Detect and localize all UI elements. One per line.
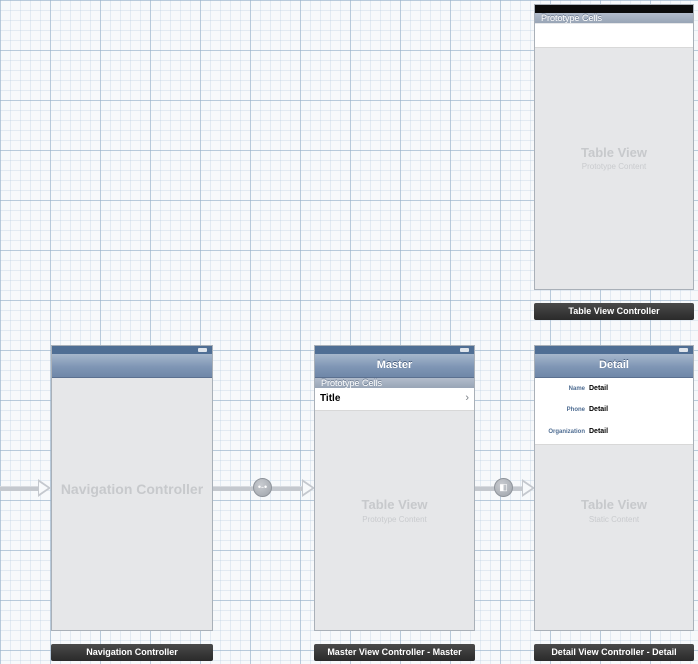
- detail-navigation-bar[interactable]: Detail: [535, 354, 693, 378]
- push-segue-arrow-head-inner: [523, 482, 532, 494]
- detail-static-cells: Name Detail Phone Detail Organization De…: [535, 378, 693, 445]
- table-view-controller-caption[interactable]: Table View Controller: [534, 303, 694, 320]
- detail-row-value: Detail: [589, 385, 609, 392]
- navigation-controller-label: Navigation Controller: [60, 481, 204, 497]
- relationship-segue-arrow-head-inner: [303, 482, 312, 494]
- push-segue-icon[interactable]: ◧: [494, 478, 513, 497]
- status-bar: [535, 5, 693, 13]
- status-bar: [535, 346, 693, 354]
- table-view-label: Table View: [581, 497, 647, 512]
- prototype-cell[interactable]: [535, 24, 693, 48]
- detail-row-name[interactable]: Name Detail: [535, 384, 693, 396]
- status-bar: [315, 346, 474, 354]
- master-view-controller-scene[interactable]: Master Prototype Cells Title › Table Vie…: [314, 345, 475, 631]
- section-header: Prototype Cells: [315, 378, 474, 388]
- table-view-label: Table View: [361, 497, 428, 512]
- detail-view-controller-scene[interactable]: Detail Name Detail Phone Detail Organiza…: [534, 345, 694, 631]
- entry-arrow-head-inner: [39, 482, 48, 494]
- detail-row-phone[interactable]: Phone Detail: [535, 405, 693, 417]
- cell-title: Title: [320, 393, 341, 404]
- detail-row-key: Organization: [548, 429, 585, 435]
- detail-row-key: Name: [568, 386, 585, 392]
- table-view-controller-scene[interactable]: Prototype Cells Table View Prototype Con…: [534, 4, 694, 290]
- navigation-controller-caption[interactable]: Navigation Controller: [51, 644, 213, 661]
- title-cell[interactable]: Title ›: [315, 388, 474, 411]
- status-bar: [52, 346, 212, 354]
- section-header: Prototype Cells: [535, 13, 693, 23]
- content-label: Static Content: [588, 515, 640, 524]
- battery-icon: [198, 348, 207, 352]
- detail-row-organization[interactable]: Organization Detail: [535, 427, 693, 439]
- navigation-bar: [52, 354, 212, 378]
- battery-icon: [460, 348, 469, 352]
- navigation-controller-scene[interactable]: Navigation Controller: [51, 345, 213, 631]
- detail-view-controller-caption[interactable]: Detail View Controller - Detail: [534, 644, 694, 661]
- relationship-segue-icon[interactable]: •-•: [253, 478, 272, 497]
- table-view-label: Table View: [581, 145, 647, 160]
- detail-row-value: Detail: [589, 428, 609, 435]
- detail-row-value: Detail: [589, 406, 609, 413]
- entry-arrow-line: [0, 486, 40, 491]
- chevron-right-icon: ›: [465, 392, 469, 404]
- detail-row-key: Phone: [566, 407, 585, 413]
- content-label: Prototype Content: [581, 162, 647, 171]
- battery-icon: [679, 348, 688, 352]
- content-label: Prototype Content: [362, 515, 427, 524]
- master-view-controller-caption[interactable]: Master View Controller - Master: [314, 644, 475, 661]
- master-navigation-bar[interactable]: Master: [315, 354, 474, 378]
